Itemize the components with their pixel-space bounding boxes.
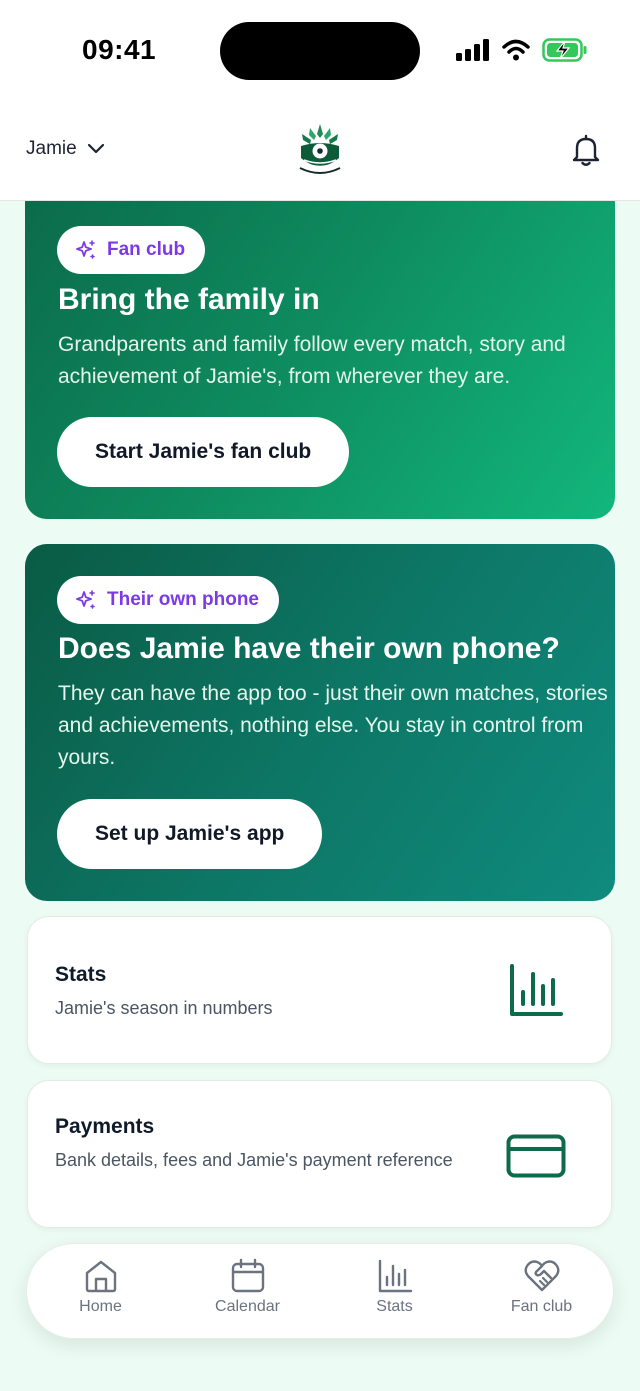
home-scroll-area[interactable]: Fan club Bring the family in Grandparent… [0, 201, 640, 1391]
bar-chart-icon [378, 1259, 412, 1293]
calendar-icon [231, 1258, 264, 1293]
child-name: Jamie [26, 138, 77, 159]
own-phone-badge: Their own phone [57, 576, 279, 624]
app-header: Jamie [0, 100, 640, 201]
status-time: 09:41 [82, 34, 157, 65]
dynamic-island [220, 22, 420, 80]
fan-club-description: Grandparents and family follow every mat… [58, 333, 566, 388]
fan-club-promo-card: Fan club Bring the family in Grandparent… [25, 201, 615, 519]
set-up-app-button[interactable]: Set up Jamie's app [57, 799, 323, 869]
heart-handshake-icon [524, 1260, 559, 1292]
start-fan-club-button[interactable]: Start Jamie's fan club [57, 417, 350, 487]
sparkles-icon [76, 590, 95, 609]
own-phone-promo-card: Their own phone Does Jamie have their ow… [25, 544, 615, 901]
tab-stats-label: Stats [376, 1298, 413, 1315]
credit-card-icon [506, 1134, 566, 1178]
tab-calendar-label: Calendar [215, 1298, 280, 1315]
tab-fan-club[interactable]: Fan club [468, 1244, 615, 1340]
payments-card[interactable]: Payments Bank details, fees and Jamie's … [27, 1080, 612, 1228]
tab-stats[interactable]: Stats [321, 1244, 468, 1340]
stats-card-title: Stats [55, 963, 107, 986]
tab-calendar[interactable]: Calendar [174, 1244, 321, 1340]
bar-chart-icon [510, 964, 563, 1016]
fan-club-badge-label: Fan club [107, 239, 186, 260]
chevron-down-icon [87, 143, 104, 154]
stats-card[interactable]: Stats Jamie's season in numbers [27, 916, 612, 1064]
own-phone-badge-label: Their own phone [107, 589, 259, 610]
tab-home-label: Home [79, 1298, 122, 1315]
child-selector[interactable]: Jamie [26, 138, 105, 160]
status-icons [456, 38, 588, 62]
stats-card-subtitle: Jamie's season in numbers [55, 998, 273, 1018]
own-phone-title: Does Jamie have their own phone? [58, 632, 560, 665]
own-phone-description: They can have the app too - just their o… [58, 682, 608, 769]
club-logo [299, 124, 341, 174]
wifi-icon [502, 39, 530, 61]
payments-card-subtitle: Bank details, fees and Jamie's payment r… [55, 1150, 453, 1170]
home-icon [85, 1260, 116, 1293]
signal-icon [456, 39, 489, 61]
sparkles-icon [76, 240, 95, 259]
bottom-tab-bar: Home Calendar Stats Fan club [26, 1243, 614, 1339]
battery-charging-icon [542, 38, 587, 62]
status-bar: 09:41 [0, 0, 640, 100]
payments-card-title: Payments [55, 1115, 155, 1138]
fan-club-title: Bring the family in [58, 283, 320, 316]
fan-club-badge: Fan club [57, 226, 206, 274]
notifications-bell-icon[interactable] [568, 132, 604, 168]
tab-fan-club-label: Fan club [510, 1298, 573, 1315]
tab-home[interactable]: Home [27, 1244, 174, 1340]
